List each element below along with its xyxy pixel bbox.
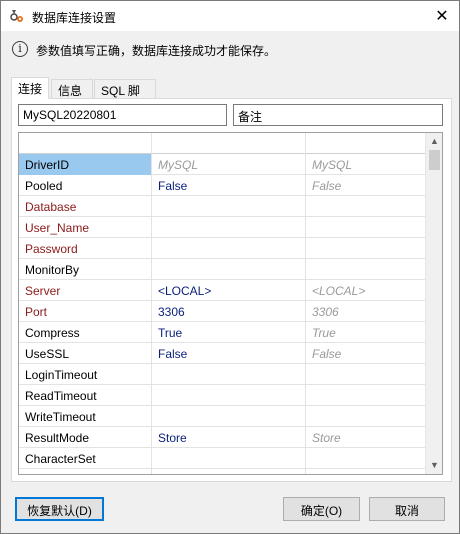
- header-cell-name: [19, 133, 152, 154]
- property-value[interactable]: Boolean: [152, 469, 306, 474]
- info-icon: i: [12, 41, 28, 57]
- restore-default-button[interactable]: 恢复默认(D): [15, 497, 104, 521]
- property-name[interactable]: CharacterSet: [19, 448, 152, 469]
- property-default: [306, 385, 425, 406]
- info-message: 参数值填写正确，数据库连接成功才能保存。: [36, 44, 277, 58]
- property-value[interactable]: [152, 238, 306, 259]
- ok-button[interactable]: 确定(O): [283, 497, 360, 521]
- property-default: Store: [312, 431, 341, 445]
- remark-input[interactable]: 备注: [233, 104, 443, 126]
- tab-label: 连接: [18, 82, 43, 96]
- property-row[interactable]: Port 3306 3306: [19, 301, 425, 322]
- property-row[interactable]: Database: [19, 196, 425, 217]
- property-value[interactable]: [152, 406, 306, 427]
- header-cell-default: [306, 133, 425, 154]
- property-value[interactable]: True: [152, 322, 306, 343]
- property-row[interactable]: DriverID MySQL MySQL: [19, 154, 425, 175]
- property-row[interactable]: Server <LOCAL> <LOCAL>: [19, 280, 425, 301]
- dialog-window: 数据库连接设置 ✕ i 参数值填写正确，数据库连接成功才能保存。 连接 信息 S…: [0, 0, 460, 534]
- tab-sql-script[interactable]: SQL 脚本: [94, 79, 156, 115]
- property-default: <LOCAL>: [312, 284, 366, 298]
- property-value[interactable]: [152, 217, 306, 238]
- connection-name-input[interactable]: MySQL20220801: [18, 104, 227, 126]
- property-value[interactable]: [152, 196, 306, 217]
- close-icon: ✕: [435, 8, 449, 25]
- header-cell-value: [152, 133, 306, 154]
- property-name[interactable]: WriteTimeout: [19, 406, 152, 427]
- property-grid-body: DriverID MySQL MySQL Pooled False False Databa…: [19, 133, 425, 474]
- property-name[interactable]: Compress: [19, 322, 152, 343]
- grid-header-row: [19, 133, 425, 154]
- title-bar: 数据库连接设置 ✕: [1, 1, 459, 31]
- property-row[interactable]: Password: [19, 238, 425, 259]
- property-default: [306, 217, 425, 238]
- property-row[interactable]: WriteTimeout: [19, 406, 425, 427]
- property-row[interactable]: Pooled False False: [19, 175, 425, 196]
- property-row[interactable]: Compress True True: [19, 322, 425, 343]
- property-name[interactable]: User_Name: [19, 217, 152, 238]
- property-default: 3306: [312, 305, 339, 319]
- property-default: [306, 238, 425, 259]
- property-value[interactable]: False: [152, 343, 306, 364]
- property-grid: DriverID MySQL MySQL Pooled False False Databa…: [18, 132, 443, 475]
- tab-label: 信息: [58, 84, 83, 98]
- property-default: MySQL: [312, 158, 353, 172]
- scroll-down-icon[interactable]: ▼: [426, 457, 442, 474]
- property-default: True: [312, 326, 336, 340]
- property-default: False: [312, 347, 342, 361]
- property-default: [306, 259, 425, 280]
- property-name[interactable]: ReadTimeout: [19, 385, 152, 406]
- property-name[interactable]: UseSSL: [19, 343, 152, 364]
- property-default: Boolean: [306, 469, 425, 474]
- property-row[interactable]: ReadTimeout: [19, 385, 425, 406]
- property-name[interactable]: Password: [19, 238, 152, 259]
- property-name[interactable]: LoginTimeout: [19, 364, 152, 385]
- property-value[interactable]: [152, 385, 306, 406]
- remark-value: 备注: [238, 110, 263, 124]
- ok-label: 确定(O): [300, 504, 343, 518]
- property-default: [306, 448, 425, 469]
- property-name[interactable]: TinyIntFormat: [19, 469, 152, 474]
- cancel-button[interactable]: 取消: [369, 497, 445, 521]
- property-row[interactable]: MonitorBy: [19, 259, 425, 280]
- scroll-up-icon[interactable]: ▲: [426, 133, 442, 150]
- tab-connection[interactable]: 连接: [11, 77, 49, 99]
- property-value[interactable]: [152, 364, 306, 385]
- property-name[interactable]: Database: [19, 196, 152, 217]
- connection-name-value: MySQL20220801: [23, 108, 117, 122]
- property-row[interactable]: ResultMode Store Store: [19, 427, 425, 448]
- cancel-label: 取消: [394, 504, 419, 518]
- property-row[interactable]: CharacterSet: [19, 448, 425, 469]
- property-name[interactable]: Server: [19, 280, 152, 301]
- property-name[interactable]: ResultMode: [19, 427, 152, 448]
- connection-panel: MySQL20220801 备注 DriverID MySQL MySQL Poole…: [11, 98, 452, 482]
- property-default: False: [312, 179, 342, 193]
- property-value[interactable]: [152, 448, 306, 469]
- close-button[interactable]: ✕: [425, 1, 459, 31]
- property-default: [306, 406, 425, 427]
- app-settings-icon: [10, 10, 23, 22]
- property-row[interactable]: LoginTimeout: [19, 364, 425, 385]
- property-row[interactable]: UseSSL False False: [19, 343, 425, 364]
- property-value[interactable]: [152, 259, 306, 280]
- property-row[interactable]: User_Name: [19, 217, 425, 238]
- property-value[interactable]: <LOCAL>: [152, 280, 306, 301]
- window-title: 数据库连接设置: [32, 11, 117, 25]
- property-default: [306, 364, 425, 385]
- property-value[interactable]: False: [152, 175, 306, 196]
- info-bar: i 参数值填写正确，数据库连接成功才能保存。: [1, 32, 459, 66]
- property-value[interactable]: 3306: [152, 301, 306, 322]
- property-name[interactable]: MonitorBy: [19, 259, 152, 280]
- property-value[interactable]: Store: [152, 427, 306, 448]
- restore-default-label: 恢复默认(D): [27, 504, 92, 518]
- property-default: [306, 196, 425, 217]
- property-value[interactable]: MySQL: [152, 154, 306, 175]
- tab-info[interactable]: 信息: [51, 79, 93, 98]
- scroll-thumb[interactable]: [429, 150, 440, 170]
- property-name[interactable]: DriverID: [19, 154, 152, 175]
- property-name[interactable]: Pooled: [19, 175, 152, 196]
- property-row[interactable]: TinyIntFormatBooleanBoolean: [19, 469, 425, 474]
- vertical-scrollbar[interactable]: ▲ ▼: [425, 133, 442, 474]
- property-name[interactable]: Port: [19, 301, 152, 322]
